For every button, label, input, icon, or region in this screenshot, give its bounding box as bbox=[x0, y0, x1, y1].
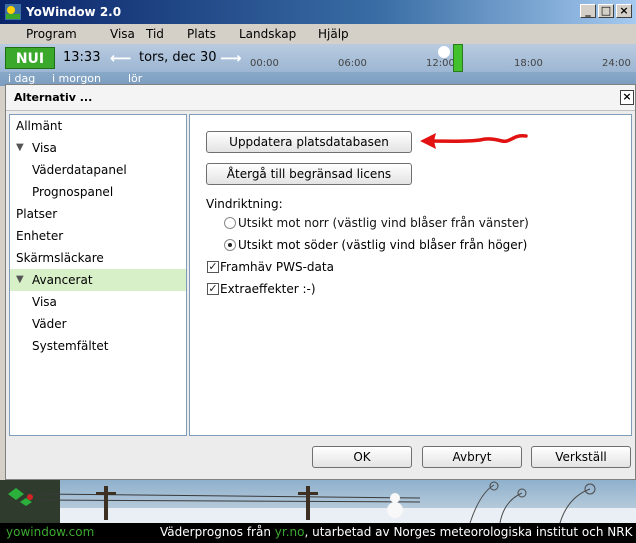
app-title: YoWindow 2.0 bbox=[26, 5, 122, 19]
maximize-button[interactable]: □ bbox=[598, 4, 614, 18]
dialog-title-bar: Alternativ ... × bbox=[6, 85, 635, 111]
radio-view-south-label: Utsikt mot söder (västlig vind blåser fr… bbox=[238, 238, 528, 252]
yr-link[interactable]: yr.no bbox=[275, 525, 305, 539]
footer-bar: yowindow.com Väderprognos från yr.no, ut… bbox=[0, 523, 636, 543]
yowindow-link[interactable]: yowindow.com bbox=[6, 523, 94, 541]
current-time: 13:33 bbox=[63, 50, 101, 65]
now-button[interactable]: NUI bbox=[5, 47, 55, 69]
yowindow-logo-icon bbox=[5, 4, 21, 20]
menu-tid[interactable]: Tid bbox=[146, 27, 164, 41]
hour-label: 06:00 bbox=[338, 58, 367, 69]
tree-item-vaderdatapanel[interactable]: Väderdatapanel bbox=[10, 159, 186, 181]
time-slider-handle[interactable] bbox=[453, 44, 463, 72]
menu-hjalp[interactable]: Hjälp bbox=[318, 27, 349, 41]
tree-item-visa[interactable]: ▼ Visa bbox=[10, 137, 186, 159]
close-button[interactable]: × bbox=[616, 4, 632, 18]
options-dialog: Alternativ ... × Allmänt ▼ Visa Väderdat… bbox=[5, 84, 636, 480]
tree-item-allmant[interactable]: Allmänt bbox=[10, 115, 186, 137]
hour-label: 12:00 bbox=[426, 58, 455, 69]
checkbox-extra-effects-label: Extraeffekter :-) bbox=[220, 282, 316, 296]
dialog-close-button[interactable]: × bbox=[620, 90, 634, 105]
tree-item-enheter[interactable]: Enheter bbox=[10, 225, 186, 247]
red-arrow-annotation-icon bbox=[420, 133, 528, 149]
radio-view-north[interactable] bbox=[224, 217, 236, 229]
checkbox-highlight-pws[interactable]: ✓ bbox=[207, 261, 219, 273]
tree-item-platser[interactable]: Platser bbox=[10, 203, 186, 225]
update-location-db-button[interactable]: Uppdatera platsdatabasen bbox=[206, 131, 412, 153]
checkbox-highlight-pws-label: Framhäv PWS-data bbox=[220, 260, 334, 274]
minimize-button[interactable]: _ bbox=[580, 4, 596, 18]
dialog-title: Alternativ ... bbox=[14, 91, 93, 104]
menu-program[interactable]: Program bbox=[26, 27, 77, 41]
expand-triangle-icon[interactable]: ▼ bbox=[16, 269, 24, 291]
options-tree: Allmänt ▼ Visa Väderdatapanel Prognospan… bbox=[9, 114, 187, 436]
tree-item-prognospanel[interactable]: Prognospanel bbox=[10, 181, 186, 203]
menu-landskap[interactable]: Landskap bbox=[239, 27, 296, 41]
tree-item-visa-sub[interactable]: Visa bbox=[10, 291, 186, 313]
forecast-credit: Väderprognos från yr.no, utarbetad av No… bbox=[160, 525, 633, 539]
apply-button[interactable]: Verkställ bbox=[531, 446, 631, 468]
tree-item-skarmslackare[interactable]: Skärmsläckare bbox=[10, 247, 186, 269]
radio-view-north-label: Utsikt mot norr (västlig vind blåser frå… bbox=[238, 216, 529, 230]
checkbox-extra-effects[interactable]: ✓ bbox=[207, 283, 219, 295]
tree-item-systemfaltet[interactable]: Systemfältet bbox=[10, 335, 186, 357]
menu-visa[interactable]: Visa bbox=[110, 27, 135, 41]
ok-button[interactable]: OK bbox=[312, 446, 412, 468]
hour-label: 00:00 bbox=[250, 58, 279, 69]
current-date: tors, dec 30 bbox=[139, 50, 217, 65]
advanced-settings-panel: Uppdatera platsdatabasen Återgå till beg… bbox=[189, 114, 632, 436]
hour-label: 24:00 bbox=[602, 58, 631, 69]
arrow-right-icon[interactable]: ⟶ bbox=[220, 49, 242, 67]
cancel-button[interactable]: Avbryt bbox=[422, 446, 522, 468]
tree-item-vader[interactable]: Väder bbox=[10, 313, 186, 335]
sun-icon bbox=[438, 46, 450, 58]
radio-view-south[interactable] bbox=[224, 239, 236, 251]
landscape-illustration bbox=[0, 480, 636, 524]
wind-direction-label: Vindriktning: bbox=[206, 197, 283, 211]
arrow-left-icon[interactable]: ⟵ bbox=[110, 49, 132, 67]
tree-item-avancerat[interactable]: ▼ Avancerat bbox=[10, 269, 186, 291]
app-title-bar: YoWindow 2.0 _ □ × bbox=[0, 0, 636, 24]
timeline-bar: NUI 13:33 ⟵ tors, dec 30 ⟶ 00:00 06:00 1… bbox=[0, 44, 636, 72]
landscape-scene bbox=[0, 480, 636, 524]
expand-triangle-icon[interactable]: ▼ bbox=[16, 137, 24, 159]
menu-plats[interactable]: Plats bbox=[187, 27, 216, 41]
hour-label: 18:00 bbox=[514, 58, 543, 69]
revert-license-button[interactable]: Återgå till begränsad licens bbox=[206, 163, 412, 185]
menu-bar: Program Visa Tid Plats Landskap Hjälp bbox=[0, 24, 636, 44]
